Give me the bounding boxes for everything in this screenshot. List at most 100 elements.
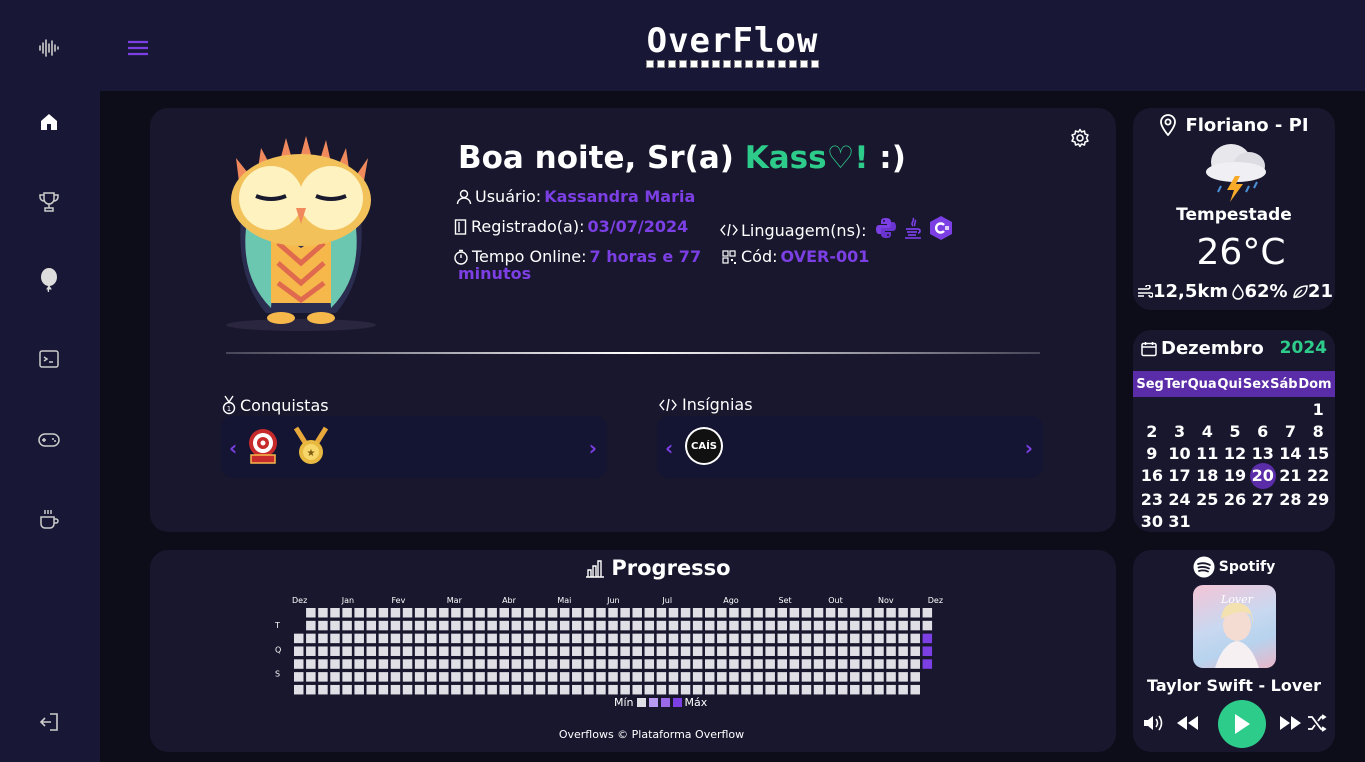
heatmap-cell[interactable] xyxy=(451,620,461,631)
heatmap-cell[interactable] xyxy=(850,608,860,618)
heatmap-cell[interactable] xyxy=(922,646,933,656)
settings-gear-icon[interactable] xyxy=(1070,128,1090,148)
heatmap-cell[interactable] xyxy=(378,646,389,656)
achievements-next-chevron-icon[interactable]: › xyxy=(589,436,597,460)
heatmap-cell[interactable] xyxy=(596,672,606,682)
heatmap-cell[interactable] xyxy=(390,608,401,618)
heatmap-cell[interactable] xyxy=(402,608,413,618)
volume-icon[interactable] xyxy=(1143,714,1165,736)
balloon-icon[interactable] xyxy=(37,268,61,292)
heatmap-cell[interactable] xyxy=(426,633,437,644)
heatmap-cell[interactable] xyxy=(656,672,667,682)
calendar-day[interactable]: 4 xyxy=(1193,421,1221,443)
heatmap-cell[interactable] xyxy=(439,672,449,682)
heatmap-cell[interactable] xyxy=(886,608,896,618)
heatmap-cell[interactable] xyxy=(366,608,377,618)
calendar-day[interactable]: 31 xyxy=(1166,511,1194,533)
heatmap-cell[interactable] xyxy=(487,633,497,644)
heatmap-cell[interactable] xyxy=(342,672,352,682)
heatmap-cell[interactable] xyxy=(825,633,836,644)
heatmap-cell[interactable] xyxy=(753,608,763,618)
heatmap-cell[interactable] xyxy=(511,620,522,631)
heatmap-cell[interactable] xyxy=(463,672,473,682)
heatmap-cell[interactable] xyxy=(717,672,727,682)
heatmap-cell[interactable] xyxy=(717,659,727,669)
heatmap-cell[interactable] xyxy=(523,646,534,656)
calendar-day[interactable]: 7 xyxy=(1277,421,1305,443)
trophy-icon[interactable] xyxy=(37,190,61,214)
heatmap-cell[interactable] xyxy=(729,646,739,656)
heatmap-cell[interactable] xyxy=(801,659,812,669)
heatmap-cell[interactable] xyxy=(306,646,316,656)
heatmap-cell[interactable] xyxy=(584,684,594,695)
heatmap-cell[interactable] xyxy=(692,672,703,682)
heatmap-cell[interactable] xyxy=(439,646,449,656)
heatmap-cell[interactable] xyxy=(910,684,920,695)
heatmap-cell[interactable] xyxy=(777,646,788,656)
heatmap-cell[interactable] xyxy=(487,620,497,631)
heatmap-cell[interactable] xyxy=(644,672,655,682)
heatmap-cell[interactable] xyxy=(813,684,824,695)
heatmap-cell[interactable] xyxy=(874,672,884,682)
heatmap-cell[interactable] xyxy=(342,646,352,656)
calendar-day[interactable]: 1 xyxy=(1304,399,1332,421)
heatmap-cell[interactable] xyxy=(922,608,933,618)
heatmap-cell[interactable] xyxy=(717,608,727,618)
heatmap-cell[interactable] xyxy=(318,684,328,695)
heatmap-cell[interactable] xyxy=(414,620,425,631)
heatmap-cell[interactable] xyxy=(330,672,340,682)
heatmap-cell[interactable] xyxy=(717,684,727,695)
heatmap-cell[interactable] xyxy=(704,684,715,695)
heatmap-cell[interactable] xyxy=(608,672,618,682)
heatmap-cell[interactable] xyxy=(608,633,618,644)
heatmap-cell[interactable] xyxy=(789,633,800,644)
heatmap-cell[interactable] xyxy=(499,646,509,656)
heatmap-cell[interactable] xyxy=(753,620,763,631)
coffee-icon[interactable] xyxy=(37,507,61,531)
heatmap-cell[interactable] xyxy=(584,620,594,631)
heatmap-cell[interactable] xyxy=(922,659,933,669)
heatmap-cell[interactable] xyxy=(632,659,642,669)
heatmap-cell[interactable] xyxy=(729,684,739,695)
heatmap-cell[interactable] xyxy=(825,659,836,669)
heatmap-cell[interactable] xyxy=(426,684,437,695)
heatmap-cell[interactable] xyxy=(608,608,618,618)
app-logo[interactable]: OverFlow xyxy=(645,22,820,72)
heatmap-cell[interactable] xyxy=(596,620,606,631)
calendar-day[interactable]: 10 xyxy=(1166,443,1194,465)
heatmap-cell[interactable] xyxy=(680,633,691,644)
heatmap-cell[interactable] xyxy=(330,659,340,669)
heatmap-cell[interactable] xyxy=(523,608,534,618)
heatmap-cell[interactable] xyxy=(414,672,425,682)
calendar-day[interactable]: 30 xyxy=(1138,511,1166,533)
heatmap-cell[interactable] xyxy=(475,608,485,618)
heatmap-cell[interactable] xyxy=(862,659,872,669)
heatmap-cell[interactable] xyxy=(572,608,582,618)
heatmap-cell[interactable] xyxy=(511,672,522,682)
heatmap-cell[interactable] xyxy=(608,659,618,669)
heatmap-cell[interactable] xyxy=(535,672,546,682)
heatmap-cell[interactable] xyxy=(825,684,836,695)
heatmap-cell[interactable] xyxy=(862,672,872,682)
heatmap-cell[interactable] xyxy=(342,659,352,669)
heatmap-cell[interactable] xyxy=(475,620,485,631)
calendar-day[interactable]: 11 xyxy=(1193,443,1221,465)
heatmap-cell[interactable] xyxy=(644,620,655,631)
heatmap-cell[interactable] xyxy=(910,659,920,669)
heatmap-cell[interactable] xyxy=(644,659,655,669)
heatmap-cell[interactable] xyxy=(414,646,425,656)
heatmap-cell[interactable] xyxy=(813,633,824,644)
heatmap-cell[interactable] xyxy=(499,659,509,669)
heatmap-cell[interactable] xyxy=(547,672,558,682)
heatmap-cell[interactable] xyxy=(572,672,582,682)
heatmap-cell[interactable] xyxy=(535,659,546,669)
heatmap-cell[interactable] xyxy=(668,672,679,682)
heatmap-cell[interactable] xyxy=(620,608,630,618)
heatmap-cell[interactable] xyxy=(487,646,497,656)
heatmap-cell[interactable] xyxy=(475,633,485,644)
heatmap-cell[interactable] xyxy=(922,633,933,644)
calendar-day[interactable]: 29 xyxy=(1304,489,1332,511)
shuffle-icon[interactable] xyxy=(1307,714,1327,736)
heatmap-cell[interactable] xyxy=(874,608,884,618)
heatmap-cell[interactable] xyxy=(596,684,606,695)
